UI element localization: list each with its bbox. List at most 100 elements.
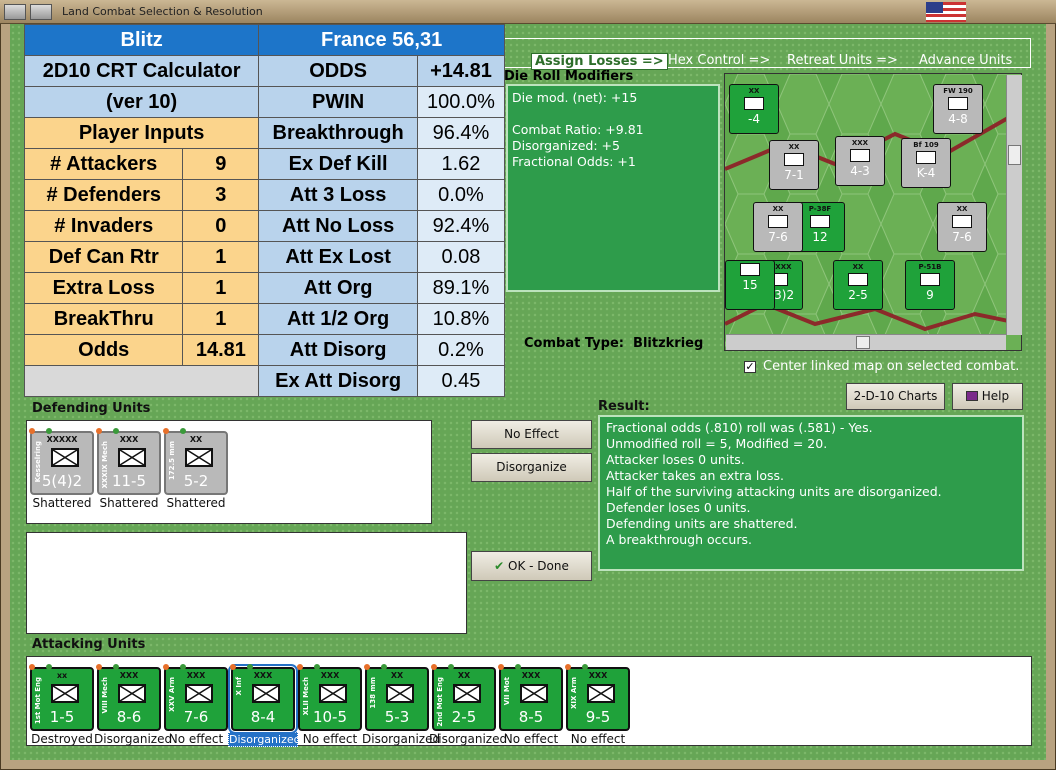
map-unit-counter[interactable]: XX 7-6 — [937, 202, 987, 252]
charts-button[interactable]: 2-D-10 Charts — [846, 383, 945, 410]
minimize-button[interactable] — [30, 4, 52, 20]
map-unit-counter[interactable]: FW 190 4-8 — [933, 84, 983, 134]
unit-counter[interactable]: xx 1st Mot Eng 1-5 Destroyed — [27, 664, 97, 746]
unit-counter[interactable]: XXX XIX Arm 9-5 No effect — [563, 664, 633, 746]
die-roll-modifiers-box: Die mod. (net): +15 Combat Ratio: +9.81 … — [506, 84, 720, 292]
input-label: Odds — [23, 334, 184, 366]
center-map-checkbox[interactable]: ✓ — [744, 361, 756, 373]
combat-type-value: Blitzkrieg — [633, 336, 704, 351]
map-unit-size: Bf 109 — [913, 141, 939, 149]
unit-counter-body[interactable]: XXX XLII Mech 10-5 — [297, 664, 362, 731]
crt-title: Blitz — [23, 24, 260, 56]
input-value[interactable]: 1 — [182, 303, 260, 335]
result-value: 92.4% — [416, 210, 506, 242]
input-label: Def Can Rtr — [23, 241, 184, 273]
result-value: 96.4% — [416, 117, 506, 149]
input-value[interactable]: 1 — [182, 241, 260, 273]
unit-counter-body[interactable]: XXX X Inf 8-4 — [228, 664, 298, 734]
unit-counter-body[interactable]: xx 1st Mot Eng 1-5 — [29, 664, 94, 731]
unit-counter[interactable]: XXXXX Kesselring 5(4)2 Shattered — [27, 428, 97, 510]
unit-counter-body[interactable]: XXX XIX Arm 9-5 — [565, 664, 630, 731]
result-label: Att Disorg — [258, 334, 418, 366]
unit-status: No effect — [570, 732, 626, 746]
unit-counter[interactable]: XXX XXV Arm 7-6 No effect — [161, 664, 231, 746]
unit-type-icon — [386, 684, 414, 703]
help-button[interactable]: Help — [952, 383, 1023, 410]
result-label: Att 3 Loss — [258, 179, 418, 211]
unit-strength: 8-4 — [250, 708, 276, 726]
odds-value: +14.81 — [416, 55, 506, 87]
map-vertical-scrollbar[interactable] — [1006, 75, 1022, 335]
result-label: Ex Def Kill — [258, 148, 418, 180]
input-value[interactable]: 3 — [182, 179, 260, 211]
unit-strength: 8-5 — [518, 708, 544, 726]
map-unit-counter[interactable]: Bf 109 K-4 — [901, 138, 951, 188]
unit-counter-body[interactable]: XXX XXV Arm 7-6 — [163, 664, 228, 731]
map-unit-strength: K-4 — [916, 166, 936, 180]
map-unit-size: P-51B — [918, 263, 942, 271]
map-unit-counter[interactable]: P-51B 9 — [905, 260, 955, 310]
result-line: A breakthrough occurs. — [606, 532, 752, 547]
empty-cell — [23, 365, 260, 397]
disorganize-button[interactable]: Disorganize — [471, 453, 592, 482]
unit-counter-body[interactable]: XX 2nd Mot Eng 2-5 — [431, 664, 496, 731]
map-unit-strength: 9 — [926, 288, 934, 302]
checkmark-icon: ✔ — [494, 559, 505, 573]
unit-counter-body[interactable]: XXX VII Mot 8-5 — [498, 664, 563, 731]
map-unit-counter[interactable]: XX 2-5 — [833, 260, 883, 310]
map-unit-counter[interactable]: XX 7-6 — [753, 202, 803, 252]
map-unit-counter[interactable]: XX -4 — [729, 84, 779, 134]
unit-counter-body[interactable]: XXX VIII Mech 8-6 — [96, 664, 161, 731]
unit-counter-body[interactable]: XXX XXXIX Mech 11-5 — [96, 428, 161, 495]
tab-retreat-units[interactable]: Retreat Units => — [787, 53, 898, 68]
unit-counter[interactable]: XXX VIII Mech 8-6 Disorganized — [94, 664, 172, 746]
map-unit-counter[interactable]: XXX 4-3 — [835, 136, 885, 186]
linked-hex-map[interactable]: XX -4 FW 190 4-8 XX 7-1 XXX 4-3 Bf 109 K-4 P-38F 12… — [724, 73, 1022, 351]
notes-panel — [26, 532, 467, 634]
unit-counter[interactable]: XXX XLII Mech 10-5 No effect — [295, 664, 365, 746]
map-unit-size: XX — [956, 205, 968, 213]
die-roll-title: Die Roll Modifiers — [504, 69, 634, 84]
system-menu-button[interactable] — [4, 4, 26, 20]
result-value: 10.8% — [416, 303, 506, 335]
unit-counter-body[interactable]: XXXXX Kesselring 5(4)2 — [29, 428, 94, 495]
result-value: 100.0% — [416, 86, 506, 118]
unit-strength: 7-6 — [183, 708, 209, 726]
unit-counter[interactable]: XX 172.5 mm 5-2 Shattered — [161, 428, 231, 510]
unit-status: Disorganized — [429, 732, 508, 746]
unit-counter[interactable]: XX 2nd Mot Eng 2-5 Disorganized — [429, 664, 508, 746]
result-line: Half of the surviving attacking units ar… — [606, 484, 942, 499]
input-value[interactable]: 1 — [182, 272, 260, 304]
unit-counter[interactable]: XX 138 mm 5-3 Disorganized — [362, 664, 440, 746]
tab-assign-losses[interactable]: Assign Losses => — [531, 53, 668, 70]
input-value[interactable]: 14.81 — [182, 334, 260, 366]
tab-hex-control[interactable]: Hex Control => — [668, 53, 770, 68]
input-label: # Defenders — [23, 179, 184, 211]
attacking-units-title: Attacking Units — [32, 637, 146, 652]
unit-counter[interactable]: XXX VII Mot 8-5 No effect — [496, 664, 566, 746]
crt-location: France 56,31 — [258, 24, 505, 56]
unit-counter-body[interactable]: XX 172.5 mm 5-2 — [163, 428, 228, 495]
map-unit-counter[interactable]: 15 — [725, 260, 775, 310]
attacking-units-panel: xx 1st Mot Eng 1-5 Destroyed XXX VIII Mech 8-6… — [26, 656, 1032, 747]
map-unit-size: XX — [748, 87, 760, 95]
ok-done-button[interactable]: ✔ OK - Done — [471, 551, 592, 581]
input-label: # Invaders — [23, 210, 184, 242]
crt-calc-name: 2D10 CRT Calculator — [23, 55, 260, 87]
unit-type-icon — [118, 448, 146, 467]
map-horizontal-scrollbar[interactable] — [726, 334, 1006, 350]
tab-advance-units[interactable]: Advance Units — [919, 53, 1012, 68]
result-label: Att Ex Lost — [258, 241, 418, 273]
input-value[interactable]: 0 — [182, 210, 260, 242]
no-effect-button[interactable]: No Effect — [471, 420, 592, 449]
unit-counter-body[interactable]: XX 138 mm 5-3 — [364, 664, 429, 731]
unit-counter[interactable]: XXX X Inf 8-4 Disorganized — [228, 664, 301, 747]
unit-status: Destroyed — [31, 732, 93, 746]
unit-counter[interactable]: XXX XXXIX Mech 11-5 Shattered — [94, 428, 164, 510]
map-unit-counter[interactable]: XX 7-1 — [769, 140, 819, 190]
unit-status: No effect — [503, 732, 559, 746]
result-value: 89.1% — [416, 272, 506, 304]
unit-designation: 138 mm — [369, 677, 377, 709]
input-value[interactable]: 9 — [182, 148, 260, 180]
input-label: Extra Loss — [23, 272, 184, 304]
